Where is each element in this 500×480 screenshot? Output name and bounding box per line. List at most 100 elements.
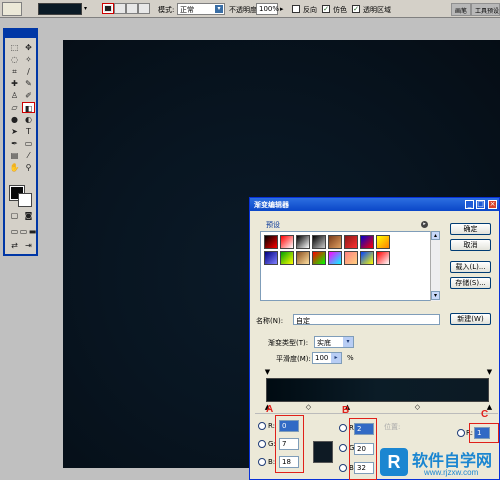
brush-tool-icon[interactable]: ✎ [22,78,35,89]
preset-swatch[interactable] [376,251,390,265]
scroll-down-icon[interactable]: ▾ [431,291,440,300]
opacity-input[interactable]: 100% [256,3,279,15]
dialog-titlebar[interactable]: 渐变编辑器 [250,198,499,211]
gradient-tool-icon[interactable]: ◧ [22,102,35,113]
preset-swatch[interactable] [376,235,390,249]
blur-tool-icon[interactable]: ● [8,114,21,125]
preset-swatch[interactable] [344,235,358,249]
stop-color-swatch[interactable] [313,441,333,463]
path-selection-tool-icon[interactable]: ➤ [8,126,21,137]
type-tool-icon[interactable]: T [22,126,35,137]
lasso-tool-icon[interactable]: ◌ [8,54,21,65]
toolbox-header[interactable] [5,30,36,38]
zoom-tool-icon[interactable]: ⚲ [22,162,35,173]
minimize-icon[interactable]: _ [465,200,474,209]
g-radio[interactable] [339,444,347,452]
reverse-label: 反向 [303,6,317,14]
dither-checkbox[interactable]: ✓ [322,5,330,13]
close-icon[interactable]: × [488,200,497,209]
reverse-checkbox[interactable] [292,5,300,13]
angle-gradient-button[interactable] [126,3,138,14]
transparency-checkbox[interactable]: ✓ [352,5,360,13]
healing-brush-tool-icon[interactable]: ✚ [8,78,21,89]
standard-mode-icon[interactable]: ▢ [8,210,21,221]
preset-swatch[interactable] [312,251,326,265]
eyedropper-tool-icon[interactable]: ⁄ [22,150,35,161]
slice-tool-icon[interactable]: ∕ [22,66,35,77]
r-radio[interactable] [457,429,465,437]
mode-label: 模式: [158,6,175,14]
opacity-stop-right[interactable]: ▼ [486,368,493,376]
magic-wand-tool-icon[interactable]: ✧ [22,54,35,65]
scroll-up-icon[interactable]: ▴ [431,231,440,240]
dodge-tool-icon[interactable]: ◐ [22,114,35,125]
preset-swatch[interactable] [264,235,278,249]
maximize-icon[interactable]: □ [476,200,485,209]
presets-scrollbar[interactable]: ▴ ▾ [430,231,440,301]
preset-swatch[interactable] [360,251,374,265]
preset-swatch[interactable] [360,235,374,249]
midpoint-icon[interactable]: ◇ [305,403,312,411]
smoothness-value: 100 [315,354,329,362]
new-button[interactable]: 新建(W) [450,313,491,325]
gradient-type-select[interactable]: 实底 ▾ [314,336,354,348]
screen-mode-full-icon[interactable]: ▬ [26,226,39,237]
mode-select[interactable]: 正常 ▾ [177,3,225,15]
marquee-tool-icon[interactable]: ⬚ [8,42,21,53]
r-radio[interactable] [339,424,347,432]
notes-tool-icon[interactable]: ▤ [8,150,21,161]
preset-swatch[interactable] [280,251,294,265]
gradient-preview-bar [266,378,489,402]
crop-tool-icon[interactable]: ⌗ [8,66,21,77]
preset-swatch[interactable] [296,251,310,265]
tool-preset-picker[interactable] [2,2,22,16]
opacity-arrow-icon[interactable]: ▸ [280,5,284,13]
b-radio[interactable] [339,464,347,472]
cancel-button[interactable]: 取消 [450,239,491,251]
load-button[interactable]: 载入(L)... [450,261,491,273]
jump-to-imageready-icon[interactable]: ⇄ [8,240,21,251]
history-brush-tool-icon[interactable]: ✐ [22,90,35,101]
radial-gradient-button[interactable] [114,3,126,14]
background-color[interactable] [18,193,32,207]
smoothness-label: 平滑度(M): [276,355,311,363]
opacity-stop-left[interactable]: ▼ [264,368,271,376]
dither-label: 仿色 [333,6,347,14]
preset-swatch[interactable] [328,235,342,249]
eraser-tool-icon[interactable]: ▱ [8,102,21,113]
gradient-dropdown-icon[interactable]: ▾ [84,5,87,12]
chevron-down-icon: ▾ [343,337,353,347]
g-radio[interactable] [258,440,266,448]
clone-stamp-tool-icon[interactable]: ♙ [8,90,21,101]
imageready-icon[interactable]: ⇥ [22,240,35,251]
pen-tool-icon[interactable]: ✒ [8,138,21,149]
shape-tool-icon[interactable]: ▭ [22,138,35,149]
presets-menu-icon[interactable]: ▸ [421,221,428,228]
preset-swatch[interactable] [344,251,358,265]
options-bar: ▾ 模式: 正常 ▾ 不透明度: 100% ▸ 反向 ✓ 仿色 ✓ 透明区域 画… [0,0,500,18]
opacity-label: 不透明度: [229,6,260,14]
hand-tool-icon[interactable]: ✋ [8,162,21,173]
save-button[interactable]: 存储(S)... [450,277,491,289]
preset-swatch[interactable] [312,235,326,249]
preset-swatch[interactable] [328,251,342,265]
move-tool-icon[interactable]: ✥ [22,42,35,53]
tab-tool-presets[interactable]: 工具预设 [471,3,500,16]
midpoint-icon[interactable]: ◇ [414,403,421,411]
b-radio[interactable] [258,458,266,466]
ok-button[interactable]: 确定 [450,223,491,235]
name-input[interactable]: 自定 [293,314,440,325]
r-radio[interactable] [258,422,266,430]
diamond-gradient-button[interactable] [138,3,150,14]
preset-swatch[interactable] [264,251,278,265]
linear-gradient-button[interactable] [102,3,114,14]
r-label: R: [268,422,276,430]
gradient-picker[interactable] [38,3,82,15]
preset-swatch[interactable] [280,235,294,249]
smoothness-input[interactable]: 100 ▸ [312,352,342,364]
preset-swatch[interactable] [296,235,310,249]
quick-mask-mode-icon[interactable]: ◙ [22,210,35,221]
site-url: www.rjzxw.com [424,468,479,477]
presets-label: 预设 [266,221,280,229]
tab-brushes[interactable]: 画笔 [451,3,472,16]
